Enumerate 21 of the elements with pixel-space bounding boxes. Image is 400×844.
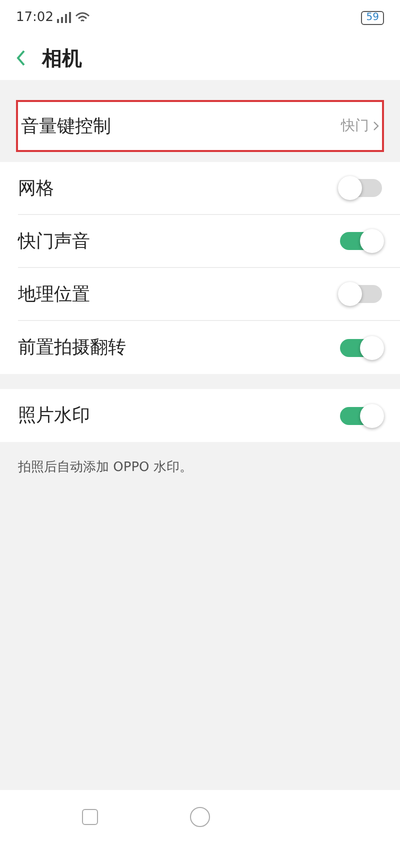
chevron-icon bbox=[373, 121, 379, 131]
volume-key-row[interactable]: 音量键控制 快门 bbox=[16, 100, 384, 152]
page-title: 相机 bbox=[42, 44, 82, 72]
toggle-switch[interactable] bbox=[340, 406, 382, 424]
back-icon[interactable] bbox=[16, 48, 26, 66]
setting-label: 前置拍摄翻转 bbox=[18, 336, 126, 360]
status-time: 17:02 bbox=[16, 8, 54, 27]
setting-label: 照片水印 bbox=[18, 404, 90, 428]
toggle-switch[interactable] bbox=[340, 179, 382, 197]
home-button[interactable] bbox=[190, 807, 210, 827]
recents-button[interactable] bbox=[82, 809, 98, 825]
note-text: 拍照后自动添加 OPPO 水印。 bbox=[18, 460, 192, 475]
battery-icon: 59 bbox=[361, 10, 384, 24]
signal-icon bbox=[57, 12, 72, 23]
setting-label: 快门声音 bbox=[18, 230, 90, 254]
toggle-switch[interactable] bbox=[340, 232, 382, 250]
wifi-icon bbox=[75, 12, 90, 23]
toggle-switch[interactable] bbox=[340, 338, 382, 356]
setting-label: 网格 bbox=[18, 176, 54, 200]
setting-label: 地理位置 bbox=[18, 282, 90, 306]
toggle-switch[interactable] bbox=[340, 285, 382, 303]
